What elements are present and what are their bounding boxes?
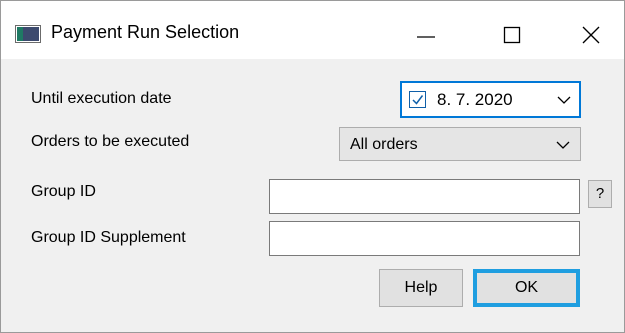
close-icon (582, 26, 600, 44)
minimize-button[interactable] (403, 15, 449, 55)
title-bar[interactable]: Payment Run Selection (1, 1, 624, 59)
ok-button[interactable]: OK (473, 269, 580, 307)
execution-date-checkbox[interactable] (409, 91, 426, 108)
execution-date-label: Until execution date (31, 90, 172, 107)
checkmark-icon (412, 95, 424, 105)
group-id-supplement-input[interactable] (269, 221, 580, 256)
group-id-supplement-label: Group ID Supplement (31, 229, 186, 246)
maximize-button[interactable] (489, 15, 535, 55)
chevron-down-icon (556, 141, 570, 149)
minimize-icon (417, 36, 435, 38)
help-button[interactable]: Help (379, 269, 463, 307)
execution-date-picker[interactable]: 8. 7. 2020 (400, 81, 581, 118)
execution-date-value: 8. 7. 2020 (437, 90, 513, 109)
group-id-input[interactable] (269, 179, 580, 214)
chevron-down-icon[interactable] (557, 95, 571, 105)
group-id-lookup-button[interactable]: ? (588, 180, 612, 208)
orders-select[interactable]: All orders (339, 127, 581, 161)
orders-select-value: All orders (350, 136, 418, 153)
close-button[interactable] (568, 15, 614, 55)
group-id-label: Group ID (31, 183, 96, 200)
app-icon (15, 25, 41, 43)
payment-run-selection-dialog: Payment Run Selection Until execution da… (0, 0, 625, 333)
window-title: Payment Run Selection (51, 22, 240, 42)
orders-label: Orders to be executed (31, 133, 190, 150)
maximize-icon (503, 26, 521, 44)
